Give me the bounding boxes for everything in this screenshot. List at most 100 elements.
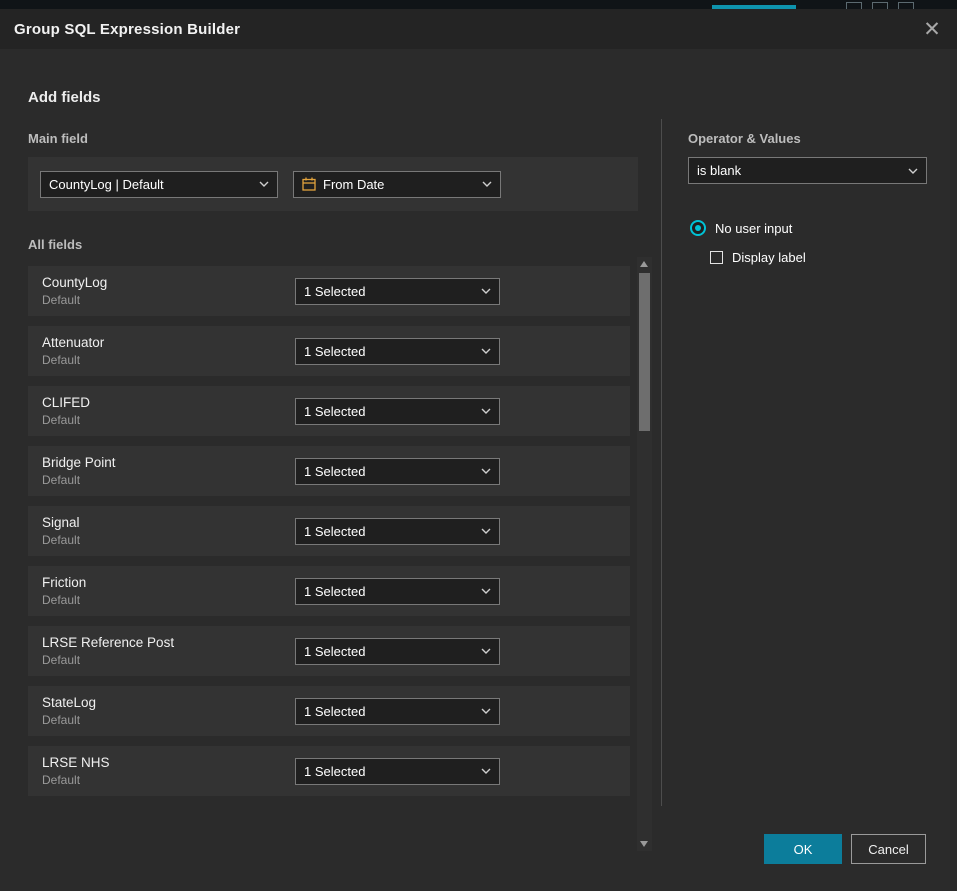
field-info: CLIFED Default — [42, 395, 295, 427]
field-selection-value: 1 Selected — [304, 344, 475, 359]
group-sql-expression-builder-dialog: Group SQL Expression Builder ✕ Add field… — [0, 9, 957, 891]
field-selection-dropdown[interactable]: 1 Selected — [295, 578, 500, 605]
field-info: Bridge Point Default — [42, 455, 295, 487]
dialog-title: Group SQL Expression Builder — [14, 21, 240, 38]
chevron-down-icon — [481, 288, 491, 294]
field-name: CLIFED — [42, 395, 295, 410]
field-subtitle: Default — [42, 533, 295, 547]
field-selection-dropdown[interactable]: 1 Selected — [295, 638, 500, 665]
field-subtitle: Default — [42, 713, 295, 727]
background-toolbar-icon — [846, 2, 862, 9]
field-info: Signal Default — [42, 515, 295, 547]
chevron-down-icon — [481, 408, 491, 414]
chevron-down-icon — [908, 168, 918, 174]
field-name: StateLog — [42, 695, 295, 710]
field-row: CountyLog Default 1 Selected — [28, 266, 630, 316]
field-selection-dropdown[interactable]: 1 Selected — [295, 338, 500, 365]
chevron-down-icon — [481, 768, 491, 774]
scroll-up-arrow-icon[interactable] — [640, 261, 648, 267]
field-name: Friction — [42, 575, 295, 590]
field-name: CountyLog — [42, 275, 295, 290]
operator-values-label: Operator & Values — [688, 131, 801, 146]
field-subtitle: Default — [42, 593, 295, 607]
field-info: LRSE Reference Post Default — [42, 635, 295, 667]
field-name: Bridge Point — [42, 455, 295, 470]
scroll-down-arrow-icon[interactable] — [640, 841, 648, 847]
field-row: CLIFED Default 1 Selected — [28, 386, 630, 436]
main-field-panel: CountyLog | Default From Date — [28, 157, 638, 211]
field-selection-value: 1 Selected — [304, 464, 475, 479]
field-row: Bridge Point Default 1 Selected — [28, 446, 630, 496]
field-subtitle: Default — [42, 473, 295, 487]
dialog-header: Group SQL Expression Builder ✕ — [0, 9, 957, 49]
field-info: Friction Default — [42, 575, 295, 607]
dialog-footer: OK Cancel — [764, 834, 926, 864]
field-selection-dropdown[interactable]: 1 Selected — [295, 698, 500, 725]
background-toolbar-icon — [872, 2, 888, 9]
operator-value: is blank — [697, 163, 902, 178]
chevron-down-icon — [481, 588, 491, 594]
chevron-down-icon — [481, 648, 491, 654]
chevron-down-icon — [481, 468, 491, 474]
all-fields-list: CountyLog Default 1 Selected Attenuator … — [28, 266, 630, 806]
field-subtitle: Default — [42, 293, 295, 307]
field-subtitle: Default — [42, 353, 295, 367]
main-field-field-value: From Date — [323, 177, 476, 192]
field-name: Attenuator — [42, 335, 295, 350]
field-selection-dropdown[interactable]: 1 Selected — [295, 398, 500, 425]
no-user-input-label: No user input — [715, 221, 792, 236]
main-field-label: Main field — [28, 131, 88, 146]
field-row: StateLog Default 1 Selected — [28, 686, 630, 736]
field-name: LRSE Reference Post — [42, 635, 295, 650]
chevron-down-icon — [482, 181, 492, 187]
close-icon[interactable]: ✕ — [919, 16, 945, 42]
ok-button[interactable]: OK — [764, 834, 842, 864]
field-info: LRSE NHS Default — [42, 755, 295, 787]
field-selection-dropdown[interactable]: 1 Selected — [295, 518, 500, 545]
field-row: LRSE NHS Default 1 Selected — [28, 746, 630, 796]
field-selection-dropdown[interactable]: 1 Selected — [295, 758, 500, 785]
chevron-down-icon — [481, 348, 491, 354]
display-label-label: Display label — [732, 250, 806, 265]
background-toolbar-icon — [898, 2, 914, 9]
scrollbar-thumb[interactable] — [639, 273, 650, 431]
field-row: LRSE Reference Post Default 1 Selected — [28, 626, 630, 676]
no-user-input-radio[interactable]: No user input — [690, 220, 792, 236]
field-row: Attenuator Default 1 Selected — [28, 326, 630, 376]
field-subtitle: Default — [42, 773, 295, 787]
display-label-checkbox[interactable]: Display label — [710, 250, 806, 265]
field-name: LRSE NHS — [42, 755, 295, 770]
background-app-strip — [0, 0, 957, 9]
main-field-source-dropdown[interactable]: CountyLog | Default — [40, 171, 278, 198]
chevron-down-icon — [481, 708, 491, 714]
field-subtitle: Default — [42, 413, 295, 427]
add-fields-heading: Add fields — [28, 89, 101, 106]
vertical-scrollbar[interactable] — [637, 257, 652, 851]
field-info: CountyLog Default — [42, 275, 295, 307]
field-selection-value: 1 Selected — [304, 764, 475, 779]
chevron-down-icon — [259, 181, 269, 187]
field-row: Friction Default 1 Selected — [28, 566, 630, 616]
main-field-field-dropdown[interactable]: From Date — [293, 171, 501, 198]
field-selection-dropdown[interactable]: 1 Selected — [295, 458, 500, 485]
calendar-icon — [302, 177, 316, 191]
field-info: StateLog Default — [42, 695, 295, 727]
checkbox-unchecked-icon — [710, 251, 723, 264]
all-fields-label: All fields — [28, 237, 82, 252]
radio-selected-icon — [690, 220, 706, 236]
chevron-down-icon — [481, 528, 491, 534]
field-subtitle: Default — [42, 653, 295, 667]
cancel-button[interactable]: Cancel — [851, 834, 926, 864]
field-selection-value: 1 Selected — [304, 524, 475, 539]
panel-divider — [661, 119, 662, 806]
field-selection-value: 1 Selected — [304, 284, 475, 299]
operator-dropdown[interactable]: is blank — [688, 157, 927, 184]
dialog-body: Add fields Main field CountyLog | Defaul… — [0, 49, 957, 891]
field-selection-dropdown[interactable]: 1 Selected — [295, 278, 500, 305]
main-field-source-value: CountyLog | Default — [49, 177, 253, 192]
field-selection-value: 1 Selected — [304, 584, 475, 599]
field-selection-value: 1 Selected — [304, 704, 475, 719]
field-row: Signal Default 1 Selected — [28, 506, 630, 556]
field-selection-value: 1 Selected — [304, 404, 475, 419]
field-name: Signal — [42, 515, 295, 530]
